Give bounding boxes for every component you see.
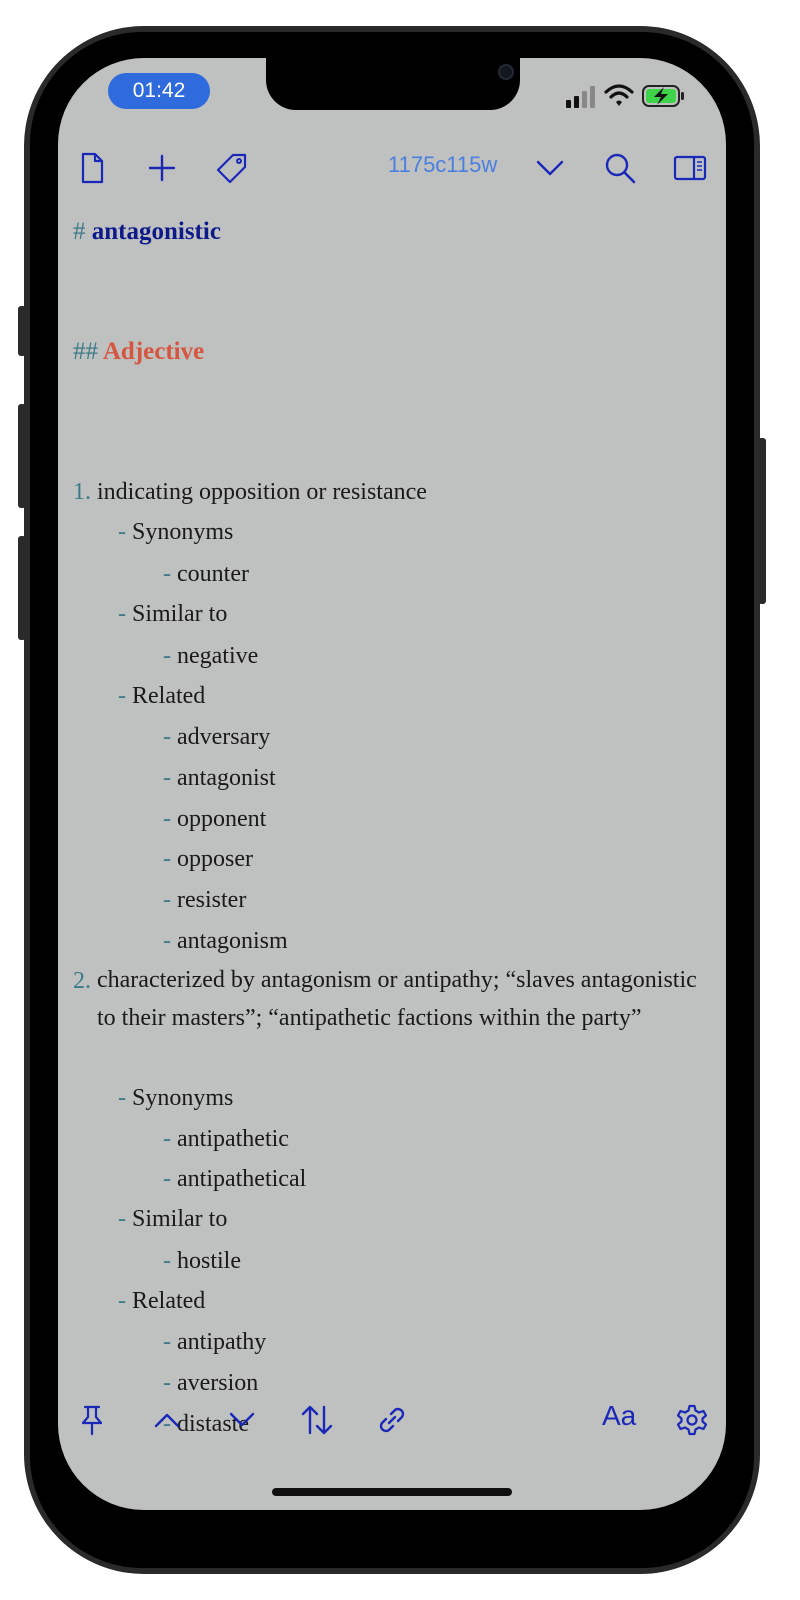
chevron-down-icon[interactable] (528, 146, 572, 190)
character-word-count[interactable]: 1175c115w (388, 152, 497, 178)
list-item: - Synonyms (118, 1085, 234, 1111)
heading-1-marker: # (73, 218, 86, 245)
screen: 01:42 1175c115w # antagonistic ## Adject… (58, 58, 726, 1510)
list-number: 1. (73, 479, 91, 505)
list-item: - opposer (163, 846, 253, 872)
home-indicator[interactable] (272, 1488, 512, 1496)
list-item: - antipathy (163, 1329, 267, 1355)
list-item: - opponent (163, 806, 267, 832)
word-item: negative (177, 643, 259, 669)
list-item: - antagonist (163, 765, 276, 791)
definition-text: indicating opposition or resistance (97, 479, 427, 505)
status-icons (558, 80, 688, 110)
notch (266, 58, 520, 110)
new-document-icon[interactable] (70, 146, 114, 190)
section-label: Synonyms (132, 1085, 234, 1111)
word-item: antagonist (177, 765, 276, 791)
list-item: - adversary (163, 724, 271, 750)
word-item: opponent (177, 806, 267, 832)
list-item: - Related (118, 1288, 206, 1314)
list-item: - antipathetical (163, 1166, 307, 1192)
bottom-toolbar: Aa (58, 1398, 726, 1442)
status-time[interactable]: 01:42 (108, 73, 210, 109)
list-item: - antipathetic (163, 1126, 289, 1152)
word-item: resister (177, 887, 247, 913)
cellular-signal-icon (566, 86, 595, 108)
word-item: antipathy (177, 1329, 267, 1355)
word-item: opposer (177, 846, 253, 872)
list-item: - hostile (163, 1248, 241, 1274)
word-item: antagonism (177, 928, 288, 954)
word-item: aversion (177, 1370, 259, 1396)
chevron-up-icon[interactable] (145, 1398, 189, 1442)
section-label: Similar to (132, 601, 228, 627)
front-camera (498, 64, 514, 80)
list-item: - antagonism (163, 928, 288, 954)
format-button[interactable]: Aa (602, 1400, 636, 1432)
word-item: antipathetic (177, 1126, 289, 1152)
list-item: - resister (163, 887, 247, 913)
section-label: Related (132, 1288, 206, 1314)
battery-charging-icon (642, 85, 684, 107)
list-item: - Similar to (118, 1206, 228, 1232)
list-item: 1. indicating opposition or resistance (73, 476, 427, 508)
chevron-down-icon[interactable] (220, 1398, 264, 1442)
word-item: counter (177, 561, 249, 587)
volume-up-button (18, 404, 26, 508)
section-label: Similar to (132, 1206, 228, 1232)
top-toolbar: 1175c115w (58, 146, 726, 190)
gear-icon[interactable] (670, 1398, 714, 1442)
pin-icon[interactable] (70, 1398, 114, 1442)
section-label: Related (132, 683, 206, 709)
list-item: - counter (163, 561, 249, 587)
heading-2: ## Adjective (73, 336, 204, 368)
list-item: - Synonyms (118, 519, 234, 545)
heading-1-text: antagonistic (91, 218, 221, 245)
link-icon[interactable] (370, 1398, 414, 1442)
power-button (758, 438, 766, 604)
wifi-icon (604, 84, 634, 106)
sort-arrows-icon[interactable] (295, 1398, 339, 1442)
heading-2-text: Adjective (102, 338, 205, 365)
list-number-2: 2. (73, 965, 91, 997)
list-item: - Similar to (118, 601, 228, 627)
list-item: - aversion (163, 1370, 259, 1396)
section-label: Synonyms (132, 519, 234, 545)
word-item: hostile (177, 1248, 241, 1274)
heading-2-marker: ## (73, 338, 98, 365)
heading-1: # antagonistic (73, 216, 221, 248)
volume-down-button (18, 536, 26, 640)
search-icon[interactable] (598, 146, 642, 190)
list-item: - Related (118, 683, 206, 709)
add-icon[interactable] (140, 146, 184, 190)
list-item: - negative (163, 643, 259, 669)
word-item: adversary (177, 724, 271, 750)
tag-icon[interactable] (210, 146, 254, 190)
word-item: antipathetical (177, 1166, 307, 1192)
mute-switch (18, 306, 26, 356)
list-number: 2. (73, 968, 91, 994)
sidebar-toggle-icon[interactable] (668, 146, 712, 190)
definition-text: characterized by antagonism or antipathy… (97, 967, 697, 1031)
